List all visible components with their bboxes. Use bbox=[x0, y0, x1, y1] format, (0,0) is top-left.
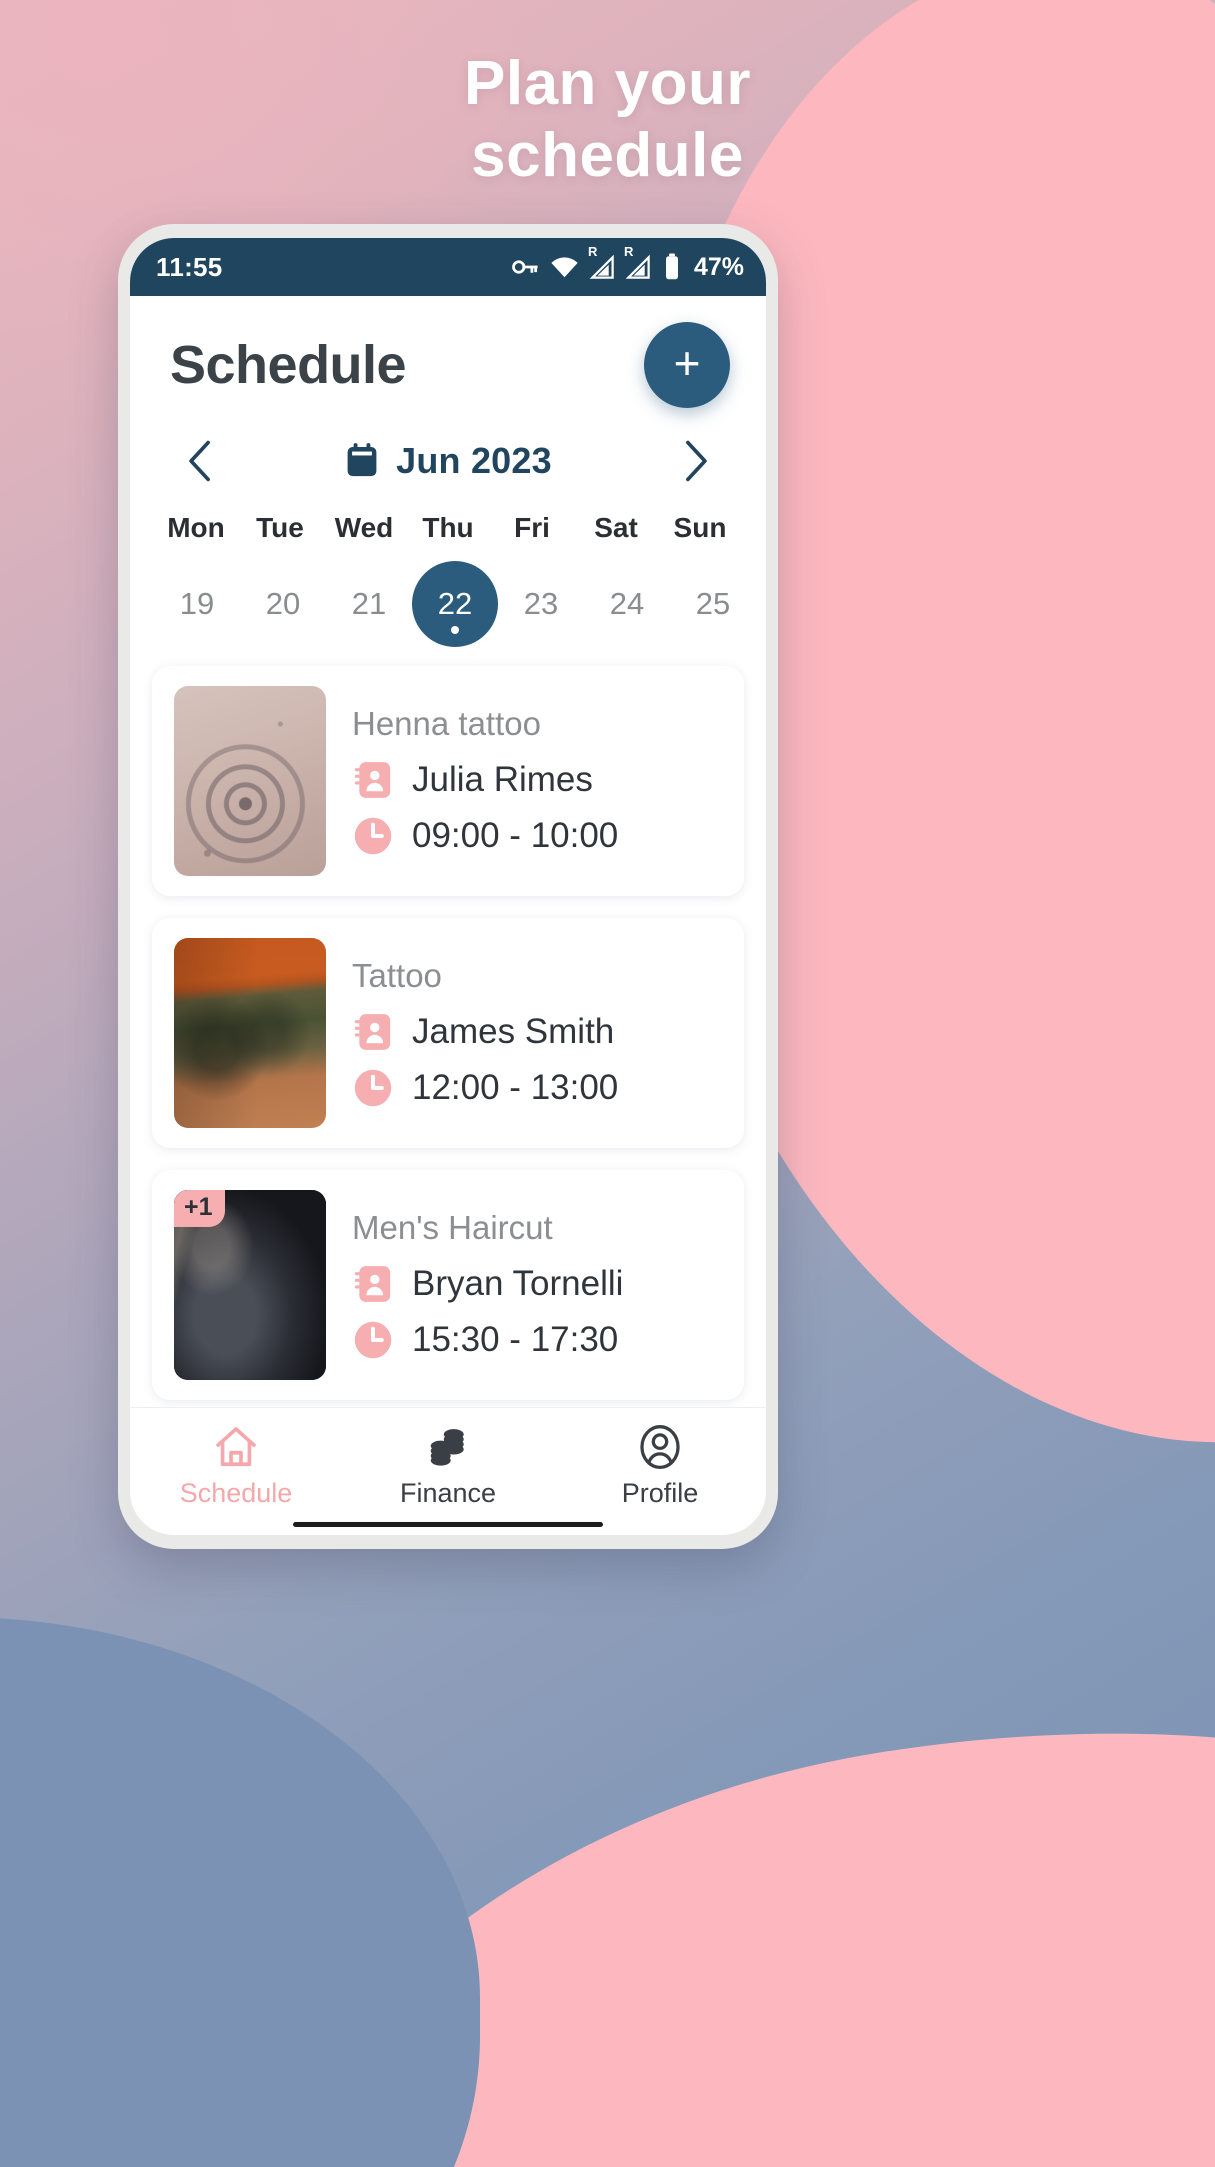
day-cell[interactable]: 21 bbox=[326, 558, 412, 650]
contact-book-icon bbox=[354, 1266, 391, 1302]
day-number[interactable]: 22 bbox=[412, 561, 498, 647]
appointment-info: Henna tattoo Julia Rimes 09:00 - 10:00 bbox=[352, 705, 722, 857]
status-icon-group: R R 47% bbox=[510, 245, 744, 283]
signal-2-icon: R bbox=[624, 245, 652, 281]
weekday-mon: Mon bbox=[167, 512, 225, 543]
appointment-time: 12:00 - 13:00 bbox=[412, 1068, 619, 1107]
calendar-icon bbox=[347, 443, 377, 477]
roaming-label-2: R bbox=[623, 243, 634, 259]
chevron-left-icon bbox=[189, 440, 210, 482]
month-selector: Jun 2023 bbox=[130, 418, 766, 496]
clock-icon bbox=[354, 1069, 392, 1107]
contact-book-icon bbox=[354, 1014, 391, 1050]
nav-item-profile[interactable]: Profile bbox=[554, 1424, 766, 1509]
coins-icon bbox=[430, 1429, 464, 1466]
month-display[interactable]: Jun 2023 bbox=[228, 440, 668, 482]
status-bar: 11:55 R R 47% bbox=[130, 238, 766, 296]
weekday-header-row: Mon Tue Wed Thu Fri Sat Sun bbox=[130, 512, 766, 544]
haircut-photo: +1 bbox=[174, 1190, 326, 1380]
phone-screen: 11:55 R R 47% Schedule + Jun 2023 Mon Tu… bbox=[130, 238, 766, 1535]
appointment-client-row: Bryan Tornelli bbox=[352, 1263, 722, 1305]
previous-month-button[interactable] bbox=[174, 432, 228, 490]
appointment-client-row: Julia Rimes bbox=[352, 759, 722, 801]
appointment-client-name: Julia Rimes bbox=[412, 760, 593, 799]
appointment-card[interactable]: +1 Men's Haircut Bryan Tornelli 15:30 - … bbox=[152, 1170, 744, 1400]
appointment-card[interactable]: Tattoo James Smith 12:00 - 13:00 bbox=[152, 918, 744, 1148]
battery-icon bbox=[665, 253, 678, 280]
next-month-button[interactable] bbox=[668, 432, 722, 490]
appointment-title: Tattoo bbox=[352, 957, 442, 994]
day-number[interactable]: 24 bbox=[584, 561, 670, 647]
appointment-title: Men's Haircut bbox=[352, 1209, 553, 1246]
wifi-icon bbox=[551, 256, 578, 277]
month-label: Jun 2023 bbox=[396, 440, 552, 481]
nav-label-profile: Profile bbox=[621, 1478, 699, 1508]
appointment-info: Men's Haircut Bryan Tornelli 15:30 - 17:… bbox=[352, 1209, 722, 1361]
home-icon bbox=[216, 1427, 256, 1467]
weekday-thu: Thu bbox=[422, 512, 474, 543]
appointment-time-row: 12:00 - 13:00 bbox=[352, 1067, 722, 1109]
headline-line-1: Plan your bbox=[463, 49, 751, 118]
contact-book-icon bbox=[354, 762, 391, 798]
appointment-time: 09:00 - 10:00 bbox=[412, 816, 619, 855]
extra-photos-badge: +1 bbox=[174, 1190, 225, 1227]
roaming-label-1: R bbox=[587, 243, 598, 259]
app-bar: Schedule + bbox=[130, 296, 766, 418]
appointment-client-name: Bryan Tornelli bbox=[412, 1264, 624, 1303]
bottom-navigation: Schedule Finance Profile bbox=[130, 1407, 766, 1535]
nav-item-finance[interactable]: Finance bbox=[342, 1424, 554, 1509]
signal-1-icon: R bbox=[588, 245, 616, 281]
day-cell[interactable]: 20 bbox=[240, 558, 326, 650]
promo-headline: Plan your schedule bbox=[0, 48, 1215, 192]
clock-icon bbox=[354, 817, 392, 855]
nav-label-finance: Finance bbox=[399, 1478, 497, 1508]
henna-tattoo-photo bbox=[174, 686, 326, 876]
status-clock: 11:55 bbox=[156, 251, 223, 282]
background-blue-shape bbox=[0, 1617, 480, 2167]
day-number-row: 19 20 21 22 23 24 25 bbox=[130, 558, 766, 650]
nav-item-schedule[interactable]: Schedule bbox=[130, 1424, 342, 1509]
weekday-tue: Tue bbox=[256, 512, 304, 543]
appointment-info: Tattoo James Smith 12:00 - 13:00 bbox=[352, 957, 722, 1109]
clock-icon bbox=[354, 1321, 392, 1359]
day-number[interactable]: 19 bbox=[154, 561, 240, 647]
chevron-right-icon bbox=[686, 440, 707, 482]
user-circle-icon bbox=[640, 1425, 680, 1469]
battery-percent-label: 47% bbox=[693, 252, 744, 281]
appointment-time-row: 15:30 - 17:30 bbox=[352, 1319, 722, 1361]
appointment-time: 15:30 - 17:30 bbox=[412, 1320, 619, 1359]
home-indicator bbox=[293, 1522, 603, 1527]
appointment-client-name: James Smith bbox=[412, 1012, 615, 1051]
weekday-fri: Fri bbox=[514, 512, 550, 543]
tattoo-photo bbox=[174, 938, 326, 1128]
page-title: Schedule bbox=[170, 335, 407, 395]
appointment-list: Henna tattoo Julia Rimes 09:00 - 10:00 T… bbox=[130, 650, 766, 1407]
day-cell-selected[interactable]: 22 bbox=[412, 558, 498, 650]
day-cell[interactable]: 24 bbox=[584, 558, 670, 650]
weekday-wed: Wed bbox=[334, 512, 394, 543]
day-number[interactable]: 21 bbox=[326, 561, 412, 647]
vpn-key-icon bbox=[512, 260, 538, 274]
phone-mockup: 11:55 R R 47% Schedule + Jun 2023 Mon Tu… bbox=[118, 224, 778, 1549]
weekday-sat: Sat bbox=[594, 512, 638, 543]
appointment-title: Henna tattoo bbox=[352, 705, 541, 742]
day-number[interactable]: 25 bbox=[670, 561, 756, 647]
promo-screenshot: Plan your schedule 11:55 R R 47% Schedul… bbox=[0, 0, 1215, 2167]
day-cell[interactable]: 19 bbox=[154, 558, 240, 650]
nav-label-schedule: Schedule bbox=[179, 1478, 293, 1508]
appointment-client-row: James Smith bbox=[352, 1011, 722, 1053]
appointment-time-row: 09:00 - 10:00 bbox=[352, 815, 722, 857]
add-appointment-button[interactable]: + bbox=[644, 322, 730, 408]
day-cell[interactable]: 23 bbox=[498, 558, 584, 650]
appointment-card[interactable]: Henna tattoo Julia Rimes 09:00 - 10:00 bbox=[152, 666, 744, 896]
day-cell[interactable]: 25 bbox=[670, 558, 756, 650]
day-number[interactable]: 23 bbox=[498, 561, 584, 647]
weekday-sun: Sun bbox=[673, 512, 727, 543]
headline-line-2: schedule bbox=[471, 120, 744, 190]
day-number[interactable]: 20 bbox=[240, 561, 326, 647]
